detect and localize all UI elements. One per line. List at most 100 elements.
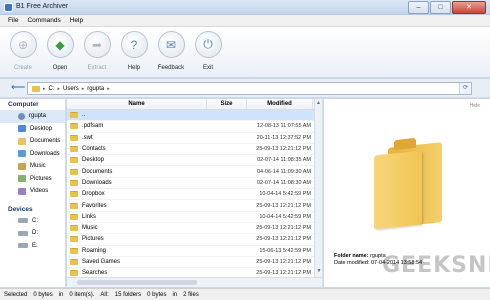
column-size[interactable]: Size — [207, 99, 247, 109]
breadcrumb-rgupta[interactable]: rgupta — [87, 86, 104, 92]
create-button[interactable]: ⊕ Create — [5, 31, 41, 71]
folder-icon — [70, 112, 78, 119]
table-row[interactable]: Dropbox 10-04-14 5:42:59 PM — [67, 189, 322, 201]
sidebar-item-drive-e[interactable]: E: — [0, 240, 65, 253]
column-name[interactable]: Name — [67, 99, 207, 109]
table-row[interactable]: Links 10-04-14 5:42:59 PM — [67, 212, 322, 223]
horizontal-scrollbar[interactable] — [67, 277, 322, 287]
folder-icon — [70, 146, 78, 153]
breadcrumb-users[interactable]: Users — [63, 86, 79, 92]
folder-icon — [70, 134, 78, 141]
scroll-up-icon[interactable]: ▲ — [315, 99, 322, 107]
feedback-button[interactable]: ✉ Feedback — [153, 31, 189, 71]
folder-name-value: rgupta — [370, 253, 386, 259]
table-row[interactable]: .pdfsam 12-08-13 11:07:55 AM — [67, 121, 322, 133]
file-name: Links — [82, 213, 97, 220]
open-button[interactable]: ◆ Open — [42, 31, 78, 71]
file-modified-cell: 20-11-13 12:37:52 PM — [256, 134, 311, 141]
table-row[interactable]: Downloads 02-07-14 11:08:30 AM — [67, 178, 322, 190]
table-row[interactable]: Music 25-09-13 12:21:12 PM — [67, 223, 322, 235]
vertical-scrollbar[interactable]: ▲ ▼ — [314, 99, 322, 287]
file-name: Dropbox — [82, 191, 105, 198]
table-row[interactable]: Documents 04-06-14 11:09:30 AM — [67, 166, 322, 178]
sidebar-item-rgupta[interactable]: rgupta — [0, 110, 65, 123]
date-modified-value: 07-04-2014 13:58:54 — [371, 260, 423, 266]
sidebar-item-pictures[interactable]: Pictures — [0, 173, 65, 186]
file-name: .pdfsam — [82, 123, 104, 130]
sidebar-item-label: C: — [32, 217, 38, 224]
sidebar-item-label: Desktop — [30, 125, 53, 132]
table-row[interactable]: Desktop 02-07-14 11:08:35 AM — [67, 155, 322, 167]
sidebar-item-downloads[interactable]: Downloads — [0, 148, 65, 161]
breadcrumb[interactable]: ▸ C: ▸ Users ▸ rgupta ▸ ⟳ — [27, 82, 472, 95]
extract-button[interactable]: ➦ Extract — [79, 31, 115, 71]
file-name-cell: Favorites — [67, 202, 207, 209]
menu-commands[interactable]: Commands — [27, 17, 60, 24]
minimize-icon[interactable]: – — [408, 1, 429, 14]
sidebar-item-label: Videos — [30, 188, 49, 195]
table-row[interactable]: Contacts 25-09-13 12:21:12 PM — [67, 144, 322, 156]
table-row[interactable]: .. — [67, 110, 322, 122]
toolbar: ⊕ Create ◆ Open ➦ Extract ? Help ✉ Feedb… — [0, 27, 490, 78]
maximize-icon[interactable]: □ — [430, 1, 451, 14]
status-in-2: in — [172, 291, 178, 298]
file-name-cell: Contacts — [67, 146, 207, 153]
sidebar-item-label: rgupta — [29, 113, 47, 120]
drive-icon — [18, 243, 28, 249]
sidebar: Computer rgupta Desktop Documents Downlo… — [0, 99, 66, 287]
sidebar-item-label: Documents — [30, 138, 61, 145]
file-name: Music — [82, 225, 98, 232]
folder-name-label: Folder name: — [334, 253, 369, 259]
exit-button[interactable]: ⏻ Exit — [190, 31, 226, 71]
hide-preview-link[interactable]: Hide — [470, 103, 480, 109]
table-row[interactable]: .swt 20-11-13 12:37:52 PM — [67, 133, 322, 144]
scroll-thumb[interactable] — [77, 280, 197, 285]
table-row[interactable]: Saved Games 25-09-13 12:21:12 PM — [67, 257, 322, 269]
sidebar-item-desktop[interactable]: Desktop — [0, 123, 65, 136]
folder-icon — [70, 191, 78, 198]
scroll-down-icon[interactable]: ▼ — [315, 267, 322, 275]
file-name: Pictures — [82, 236, 104, 243]
folder-icon — [32, 85, 40, 92]
menu-file[interactable]: File — [8, 17, 18, 24]
status-selected-bytes: 0 bytes — [33, 291, 53, 298]
column-modified[interactable]: Modified — [247, 99, 313, 109]
status-selected-label: Selected — [4, 291, 28, 298]
feedback-icon: ✉ — [157, 31, 185, 58]
help-button[interactable]: ? Help — [116, 31, 152, 71]
breadcrumb-drive[interactable]: C: — [49, 86, 55, 92]
sidebar-item-drive-d[interactable]: D: — [0, 227, 65, 240]
window-controls: – □ ✕ — [407, 1, 486, 14]
status-bar: Selected 0 bytes in 0 item(s). All: 15 f… — [0, 288, 490, 300]
file-list: Name Size Modified .. .pdfsam 12-08-13 11:… — [67, 99, 323, 287]
sidebar-item-label: E: — [32, 242, 38, 249]
user-icon — [18, 112, 25, 120]
close-icon[interactable]: ✕ — [452, 1, 486, 14]
sidebar-item-documents[interactable]: Documents — [0, 135, 65, 148]
back-arrow-icon[interactable]: ⟵ — [11, 82, 25, 93]
file-name: .. — [82, 112, 86, 119]
table-row[interactable]: Favorites 25-09-13 12:21:12 PM — [67, 200, 322, 212]
file-name-cell: Pictures — [67, 236, 207, 243]
table-row[interactable]: Roaming 15-06-13 5:42:59 PM — [67, 246, 322, 257]
table-row[interactable]: Pictures 25-09-13 12:21:12 PM — [67, 234, 322, 246]
folder-icon — [70, 236, 78, 243]
devices-heading: Devices — [8, 205, 33, 213]
refresh-icon[interactable]: ⟳ — [459, 83, 471, 94]
sidebar-item-videos[interactable]: Videos — [0, 185, 65, 198]
file-name-cell: Desktop — [67, 157, 207, 164]
computer-heading: Computer — [8, 101, 39, 108]
sidebar-item-music[interactable]: Music — [0, 160, 65, 173]
window-title: B1 Free Archiver — [16, 3, 69, 10]
chevron-right-icon: ▸ — [43, 85, 46, 92]
sidebar-item-drive-c[interactable]: C: — [0, 215, 65, 228]
file-modified-cell: 25-09-13 12:21:12 PM — [256, 202, 311, 209]
menu-help[interactable]: Help — [70, 17, 83, 24]
file-modified-cell: 10-04-14 5:42:59 PM — [259, 191, 311, 198]
folder-icon — [70, 213, 78, 220]
file-name: .swt — [82, 134, 93, 141]
sidebar-item-label: Downloads — [30, 150, 60, 157]
desktop-icon — [18, 125, 26, 133]
title-bar: B1 Free Archiver – □ ✕ — [0, 0, 490, 15]
status-files: 2 files — [183, 291, 199, 298]
